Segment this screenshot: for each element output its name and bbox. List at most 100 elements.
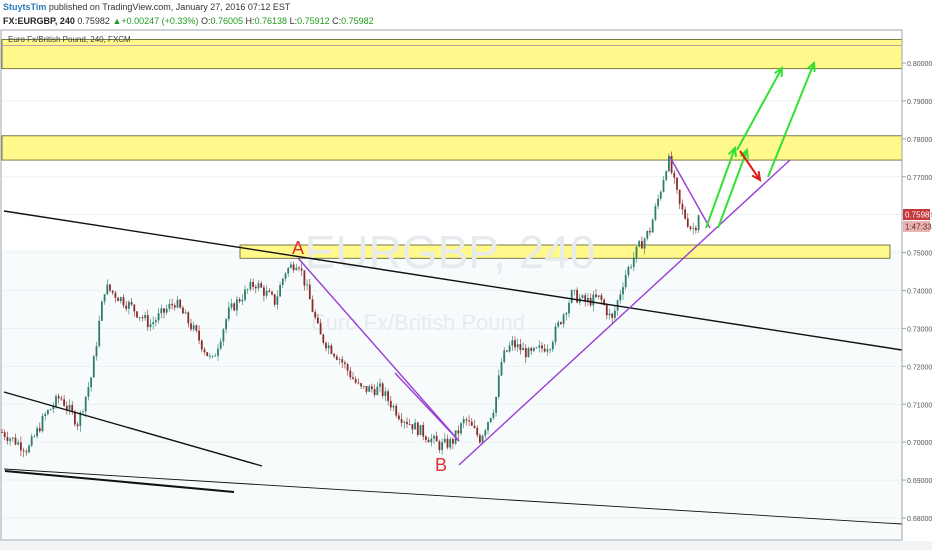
candle-body [192, 325, 195, 330]
candle-body [171, 303, 173, 306]
candle-body [227, 307, 230, 320]
candle-body [381, 383, 384, 396]
candle-body [92, 356, 95, 378]
candle-body [157, 313, 160, 321]
candle-body [627, 266, 630, 276]
candle-body [508, 345, 511, 352]
candle-body [371, 386, 373, 390]
candle-body [152, 322, 155, 325]
chart-window: { "header": { "author": "StuytsTim", "pu… [0, 0, 932, 550]
candle-body [468, 420, 470, 422]
candle-body [300, 268, 303, 271]
candle-body [560, 322, 562, 325]
candle-body [643, 238, 646, 249]
candle-body [60, 398, 63, 400]
candle-body [265, 290, 268, 296]
price-chart[interactable]: EURGBP, 240 Euro Fx/British Pound A B Eu… [0, 0, 932, 550]
candle-body [98, 320, 101, 347]
candle-body [392, 405, 395, 408]
candle-body [44, 414, 47, 416]
candle-body [635, 246, 638, 258]
candle-body [203, 349, 206, 353]
candle-body [136, 311, 138, 318]
candle-body [155, 320, 157, 323]
candle-body [379, 383, 381, 387]
candle-body [149, 324, 152, 328]
candle-body [249, 281, 252, 290]
candle-body [87, 387, 90, 397]
price-axis[interactable]: 0.68000 0.69000 0.70000 0.71000 0.72000 0.730… [902, 61, 932, 523]
candle-body [470, 421, 473, 426]
candle-body [209, 355, 211, 357]
candle-body [68, 404, 71, 410]
candle-body [568, 302, 570, 314]
candle-body [298, 267, 300, 269]
candle-body [492, 412, 495, 418]
axis-tick-label: 0.80000 [907, 61, 932, 68]
candle-body [3, 432, 6, 438]
candle-body [25, 451, 28, 453]
candle-body [65, 405, 68, 410]
axis-tick-label: 0.72000 [907, 364, 932, 371]
candle-body [179, 299, 182, 308]
candle-body [314, 311, 317, 318]
instrument-label: Euro Fx/British Pound, 240, FXCM [8, 35, 131, 44]
candle-body [487, 422, 489, 431]
candle-body [530, 348, 533, 351]
candle-body [263, 287, 265, 296]
candle-body [55, 396, 57, 407]
candle-body [495, 396, 497, 413]
candle-body [11, 437, 14, 439]
candle-body [233, 303, 236, 311]
candle-body [225, 319, 227, 330]
candle-body [360, 383, 362, 387]
candle-body [425, 436, 427, 440]
candle-body [554, 326, 557, 343]
candle-body [41, 415, 44, 432]
candle-body [352, 377, 354, 379]
candle-body [527, 348, 530, 358]
candle-body [535, 347, 538, 349]
candle-body [160, 308, 163, 314]
candle-body [260, 283, 263, 288]
candle-body [654, 206, 657, 220]
candle-body [14, 437, 17, 445]
candle-body [198, 330, 200, 341]
candle-body [600, 295, 603, 300]
candle-body [187, 312, 190, 324]
candle-body [133, 304, 136, 312]
candle-body [57, 396, 60, 399]
candle-body [430, 438, 433, 443]
candle-body [514, 340, 516, 348]
candle-body [327, 345, 330, 349]
candle-body [403, 421, 406, 423]
candle-body [322, 334, 325, 343]
candle-body [497, 375, 500, 397]
candle-body [335, 356, 338, 360]
candle-body [511, 340, 514, 346]
candle-body [484, 430, 487, 436]
candle-body [684, 209, 686, 219]
candle-body [395, 405, 398, 416]
candle-body [422, 425, 425, 437]
candle-body [538, 345, 541, 348]
candle-body [349, 370, 352, 378]
candle-body [565, 313, 568, 315]
candle-body [36, 428, 38, 437]
candle-body [206, 352, 209, 357]
candle-body [368, 386, 371, 392]
candle-body [230, 303, 233, 308]
resistance-zone [1, 135, 903, 161]
watermark-symbol: EURGBP, 240 [305, 226, 596, 278]
candle-body [333, 353, 335, 357]
candle-body [190, 323, 192, 330]
candle-body [6, 437, 9, 441]
candle-body [84, 396, 87, 412]
candle-body [686, 218, 689, 227]
candle-body [503, 350, 506, 362]
candle-body [287, 267, 290, 274]
candle-body [576, 289, 578, 303]
price-tag-value: 0.75982 [905, 211, 932, 220]
candle-body [387, 391, 389, 401]
candle-body [657, 198, 659, 207]
